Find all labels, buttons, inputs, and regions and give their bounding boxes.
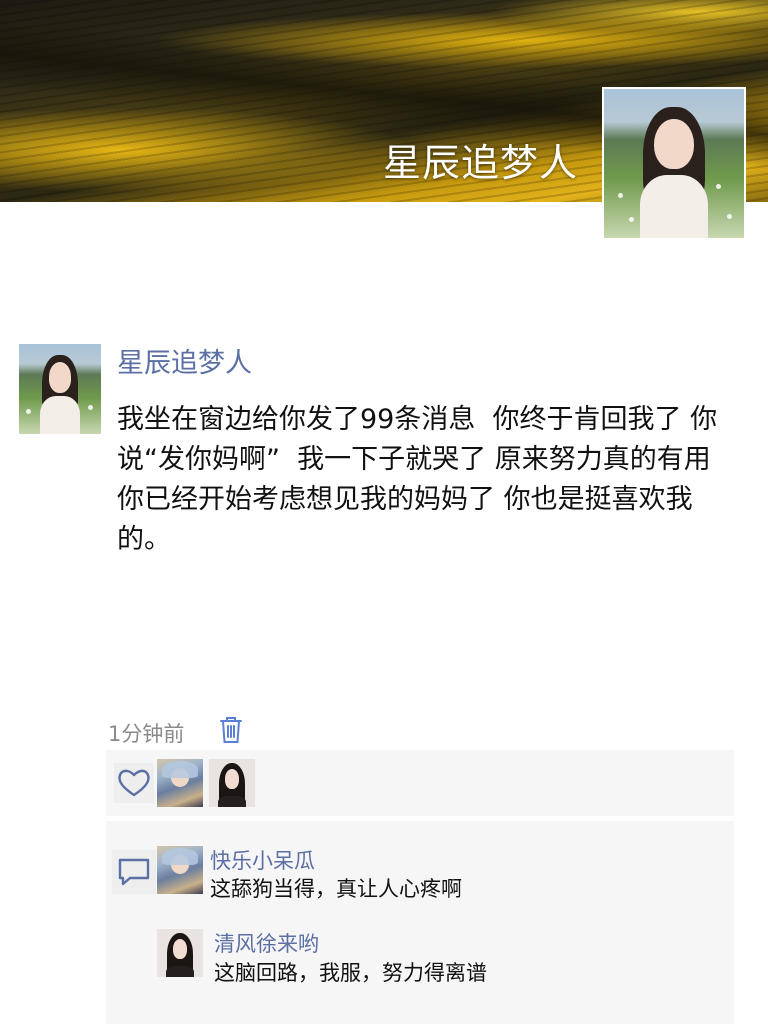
liker-avatar[interactable] xyxy=(209,759,255,807)
post-author-avatar[interactable] xyxy=(19,344,101,434)
comment-author-name[interactable]: 快乐小呆瓜 xyxy=(210,845,315,875)
comment-text: 这脑回路，我服，努力得离谱 xyxy=(214,961,487,985)
comment-text: 这舔狗当得，真让人心疼啊 xyxy=(210,877,462,901)
post-author-name[interactable]: 星辰追梦人 xyxy=(117,341,252,380)
post-text: 我坐在窗边给你发了99条消息 你终于肯回我了 你说“发你妈啊” 我一下子就哭了 … xyxy=(117,404,728,555)
profile-name: 星辰追梦人 xyxy=(382,141,578,185)
liker-avatar[interactable] xyxy=(157,759,203,807)
profile-avatar[interactable] xyxy=(602,87,746,240)
comment-author-avatar[interactable] xyxy=(157,846,203,894)
comment-author-name[interactable]: 清风徐来哟 xyxy=(214,928,319,958)
trash-icon[interactable] xyxy=(219,716,243,744)
comment-author-avatar[interactable] xyxy=(157,929,203,977)
post-timestamp: 1分钟前 xyxy=(108,722,185,746)
comment-icon[interactable] xyxy=(112,850,156,894)
heart-icon[interactable] xyxy=(114,763,154,803)
